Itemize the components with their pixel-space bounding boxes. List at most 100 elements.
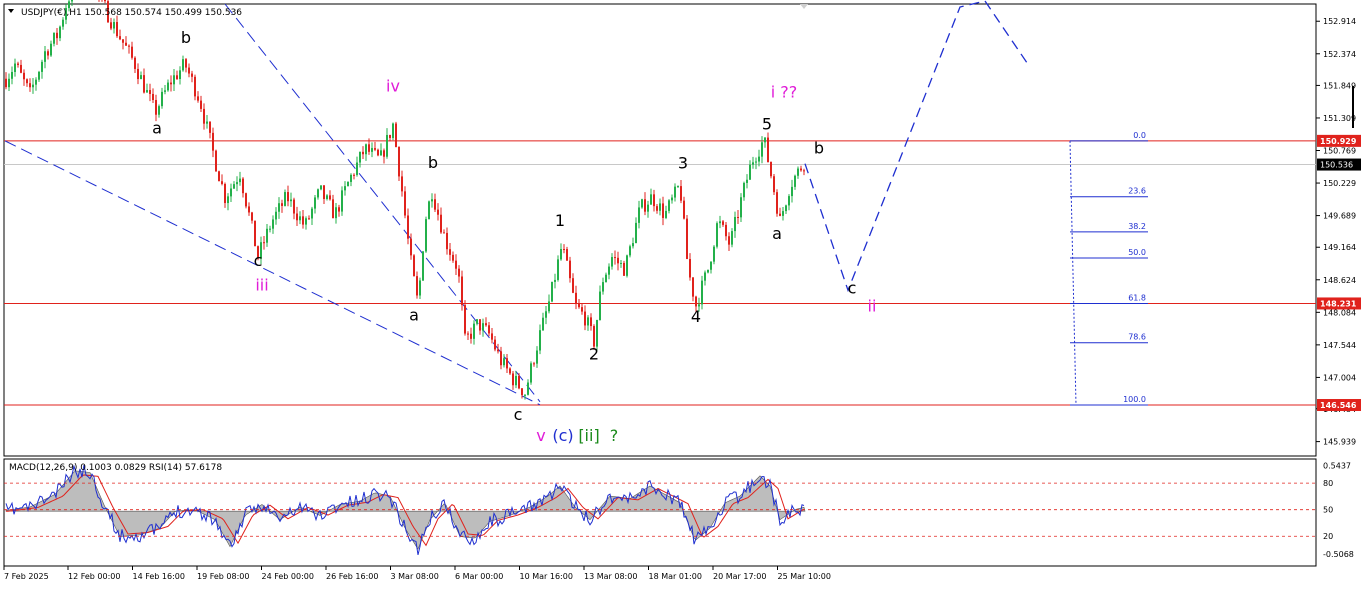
- candle-body: [737, 216, 739, 218]
- candle-body: [713, 246, 715, 262]
- candle-body: [791, 186, 793, 197]
- candle-body: [251, 212, 253, 221]
- wave-label: iv: [386, 76, 400, 95]
- wave-label: c: [514, 405, 523, 424]
- candle-body: [20, 64, 22, 73]
- price-axis-label: 147.004: [1323, 373, 1356, 382]
- candle-body: [761, 142, 763, 157]
- candle-body: [380, 150, 382, 156]
- candle-body: [686, 218, 688, 259]
- candle-body: [530, 363, 532, 383]
- candle-body: [284, 192, 286, 206]
- wave-label: a: [772, 224, 782, 243]
- candle-body: [602, 282, 604, 292]
- candle-body: [410, 238, 412, 256]
- candle-body: [710, 261, 712, 270]
- level-price-label: 150.929: [1320, 137, 1357, 146]
- candle-body: [146, 90, 148, 93]
- candle-body: [734, 216, 736, 232]
- fib-level-label: 38.2: [1128, 222, 1146, 231]
- candle-body: [554, 279, 556, 282]
- price-axis-label: 148.624: [1323, 276, 1356, 285]
- candle-body: [41, 61, 43, 72]
- candle-body: [371, 148, 373, 152]
- candle-body: [623, 262, 625, 276]
- candle-body: [23, 72, 25, 80]
- candle-body: [566, 249, 568, 261]
- candle-body: [110, 22, 112, 29]
- candle-body: [374, 148, 376, 150]
- candle-body: [341, 190, 343, 212]
- candle-body: [560, 249, 562, 260]
- time-axis-label: 6 Mar 00:00: [455, 572, 503, 581]
- candle-body: [629, 246, 631, 256]
- price-chart-svg[interactable]: 0.0 23.6 38.2 50.0 61.8 78.6 100.0 b a c iii iv b a c…: [0, 0, 1366, 588]
- candle-body: [608, 266, 610, 275]
- price-axis-label: 149.164: [1323, 243, 1356, 252]
- candle-body: [44, 51, 46, 62]
- wave-label: 5: [762, 114, 772, 133]
- time-axis-label: 18 Mar 01:00: [649, 572, 702, 581]
- chart-window[interactable]: 0.0 23.6 38.2 50.0 61.8 78.6 100.0 b a c iii iv b a c…: [0, 0, 1366, 588]
- candle-body: [389, 134, 391, 138]
- candle-body: [323, 185, 325, 199]
- fib-level-label: 50.0: [1128, 248, 1146, 257]
- wave-label: ?: [610, 426, 619, 445]
- candle-body: [338, 207, 340, 212]
- wave-label: b: [181, 28, 191, 47]
- candle-body: [794, 175, 796, 187]
- candle-body: [542, 317, 544, 331]
- candle-body: [647, 204, 649, 212]
- price-axis-label: 149.689: [1323, 212, 1356, 221]
- candle-body: [491, 333, 493, 340]
- time-axis-label: 13 Mar 08:00: [584, 572, 637, 581]
- time-axis-label: 26 Feb 16:00: [326, 572, 378, 581]
- candle-body: [215, 150, 217, 172]
- candle-body: [29, 83, 31, 88]
- candle-body: [188, 67, 190, 74]
- candle-body: [698, 304, 700, 307]
- time-axis-label: 14 Feb 16:00: [133, 572, 185, 581]
- candle-body: [587, 317, 589, 326]
- scroll-position-marker: [1352, 86, 1354, 128]
- candle-body: [464, 305, 466, 334]
- candle-body: [53, 32, 55, 44]
- candle-body: [332, 199, 334, 219]
- candle-body: [128, 45, 130, 47]
- candle-body: [659, 203, 661, 211]
- candle-body: [422, 251, 424, 281]
- candle-body: [458, 268, 460, 277]
- candle-body: [683, 200, 685, 219]
- candle-body: [407, 215, 409, 239]
- price-axis-label: 150.769: [1323, 147, 1356, 156]
- candle-body: [497, 349, 499, 352]
- candle-body: [533, 363, 535, 365]
- candle-body: [518, 375, 520, 389]
- candle-body: [317, 189, 319, 198]
- candle-body: [350, 174, 352, 182]
- indicator-header: MACD(12,26,9) 0.1003 0.0829 RSI(14) 57.6…: [9, 463, 222, 473]
- candle-body: [35, 79, 37, 85]
- candle-body: [206, 121, 208, 124]
- candle-body: [617, 257, 619, 264]
- candle-body: [161, 91, 163, 107]
- candle-body: [392, 123, 394, 138]
- candle-body: [548, 301, 550, 312]
- candle-body: [176, 75, 178, 79]
- candle-body: [227, 196, 229, 204]
- candle-body: [638, 207, 640, 223]
- candle-body: [320, 185, 322, 190]
- candle-body: [365, 144, 367, 155]
- wave-label: ii: [868, 296, 877, 315]
- candle-body: [665, 210, 667, 218]
- candle-body: [158, 106, 160, 115]
- candle-body: [707, 269, 709, 273]
- wave-label: 2: [589, 345, 599, 364]
- candle-body: [743, 182, 745, 198]
- candle-body: [236, 182, 238, 185]
- candle-body: [413, 255, 415, 277]
- candle-body: [764, 137, 766, 143]
- candle-body: [581, 307, 583, 312]
- candle-body: [32, 84, 34, 88]
- candle-body: [143, 75, 145, 93]
